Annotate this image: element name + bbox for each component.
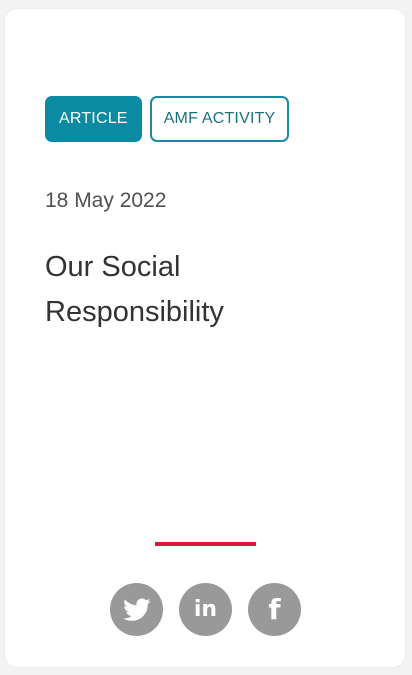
linkedin-share-button[interactable]: in	[179, 583, 232, 636]
tag-article[interactable]: ARTICLE	[45, 96, 142, 142]
twitter-icon	[122, 597, 151, 622]
facebook-share-button[interactable]: f	[248, 583, 301, 636]
divider	[155, 542, 256, 546]
article-title[interactable]: Our Social Responsibility	[45, 245, 345, 335]
social-share: in f	[110, 583, 301, 636]
tag-list: ARTICLE AMF ACTIVITY	[45, 96, 290, 142]
article-card[interactable]: ARTICLE AMF ACTIVITY 18 May 2022 Our Soc…	[5, 9, 405, 667]
publish-date: 18 May 2022	[45, 189, 167, 212]
twitter-share-button[interactable]	[110, 583, 163, 636]
facebook-icon: f	[268, 593, 281, 626]
linkedin-icon: in	[193, 597, 218, 622]
tag-amf-activity[interactable]: AMF ACTIVITY	[149, 96, 290, 142]
